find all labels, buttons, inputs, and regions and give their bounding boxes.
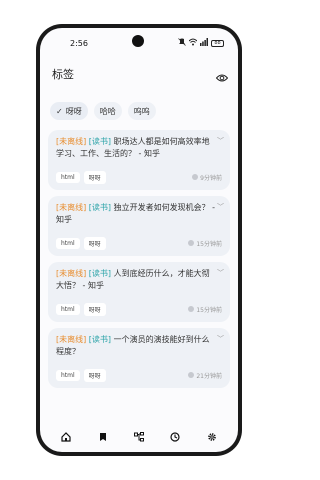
time-icon: [188, 240, 195, 246]
bookmark-icon: [99, 433, 106, 441]
tag-pill[interactable]: 呀呀: [83, 368, 106, 382]
wifi-icon: [188, 38, 198, 49]
chip-label: 哈哈: [99, 106, 116, 116]
time-icon: [188, 372, 195, 378]
chevron-down-icon[interactable]: ﹀: [217, 136, 224, 146]
filter-chips: ✓ 呀呀 哈哈 呜呜: [50, 102, 156, 120]
chevron-down-icon[interactable]: ﹀: [217, 268, 224, 278]
time-icon: [188, 306, 195, 312]
eye-icon[interactable]: [215, 68, 229, 82]
camera-cutout: [132, 35, 144, 47]
battery-indicator: 88: [211, 39, 224, 47]
time-ago: 15分钟前: [196, 306, 222, 314]
offline-tag: [未离线]: [56, 335, 87, 344]
tab-home[interactable]: [55, 426, 77, 448]
card-title: [未离线] [读书] 职场达人都是如何高效率地学习、工作、生活的？ - 知乎: [56, 136, 216, 160]
bookmark-card[interactable]: [未离线] [读书] 一个演员的演技能好到什么程度？ ﹀ html 呀呀 21分…: [48, 328, 230, 388]
card-title: [未离线] [读书] 独立开发者如何发现机会？ - 知乎: [56, 202, 216, 226]
card-footer: html 呀呀 15分钟前: [56, 236, 222, 250]
offline-tag: [未离线]: [56, 269, 87, 278]
card-time: 21分钟前: [188, 371, 222, 380]
card-time: 9分钟前: [192, 173, 222, 182]
card-footer: html 呀呀 15分钟前: [56, 302, 222, 316]
category-tag: [读书]: [88, 137, 112, 146]
filter-chip-yaya[interactable]: ✓ 呀呀: [50, 102, 88, 120]
tag-pill[interactable]: html: [56, 369, 80, 381]
status-icons: 88: [178, 37, 224, 49]
card-time: 15分钟前: [188, 305, 222, 314]
tag-pill[interactable]: html: [56, 171, 80, 183]
settings-icon: [207, 433, 216, 441]
category-tag: [读书]: [88, 335, 112, 344]
tag-pill[interactable]: 呀呀: [83, 236, 106, 250]
screen: 2:56 88 标签 ✓ 呀呀 哈哈 呜呜 [未离线] [读书] 职场达人都是如…: [40, 28, 238, 452]
tab-bookmarks[interactable]: [92, 426, 114, 448]
status-time: 2:56: [70, 39, 88, 48]
card-title: [未离线] [读书] 一个演员的演技能好到什么程度？: [56, 334, 216, 358]
card-time: 15分钟前: [188, 239, 222, 248]
check-icon: ✓: [56, 106, 63, 116]
category-tag: [读书]: [88, 203, 112, 212]
phone-frame: 2:56 88 标签 ✓ 呀呀 哈哈 呜呜 [未离线] [读书] 职场达人都是如…: [36, 24, 242, 456]
time-ago: 9分钟前: [200, 174, 222, 182]
card-title: [未离线] [读书] 人到底经历什么，才能大彻大悟？ - 知乎: [56, 268, 216, 292]
tree-icon: [133, 432, 144, 442]
tab-settings[interactable]: [201, 426, 223, 448]
chip-label: 呜呜: [133, 106, 150, 116]
filter-chip-wuwu[interactable]: 呜呜: [127, 102, 156, 120]
tag-pill[interactable]: html: [56, 237, 80, 249]
bookmark-card[interactable]: [未离线] [读书] 独立开发者如何发现机会？ - 知乎 ﹀ html 呀呀 1…: [48, 196, 230, 256]
home-icon: [61, 432, 71, 442]
filter-chip-haha[interactable]: 哈哈: [93, 102, 122, 120]
page-title: 标签: [52, 68, 74, 81]
card-footer: html 呀呀 21分钟前: [56, 368, 222, 382]
clock-icon: [170, 432, 180, 442]
tag-pill[interactable]: 呀呀: [83, 170, 106, 184]
offline-tag: [未离线]: [56, 203, 87, 212]
tag-pill[interactable]: html: [56, 303, 80, 315]
chevron-down-icon[interactable]: ﹀: [217, 334, 224, 344]
status-bar: 2:56 88: [40, 28, 238, 58]
chevron-down-icon[interactable]: ﹀: [217, 202, 224, 212]
time-ago: 15分钟前: [196, 240, 222, 248]
time-icon: [192, 174, 199, 180]
tab-history[interactable]: [164, 426, 186, 448]
bookmark-card[interactable]: [未离线] [读书] 人到底经历什么，才能大彻大悟？ - 知乎 ﹀ html 呀…: [48, 262, 230, 322]
signal-icon: [200, 37, 208, 49]
offline-tag: [未离线]: [56, 137, 87, 146]
tab-tree[interactable]: [128, 426, 150, 448]
bookmark-list: [未离线] [读书] 职场达人都是如何高效率地学习、工作、生活的？ - 知乎 ﹀…: [48, 130, 230, 394]
bottom-tab-bar: [40, 422, 238, 452]
time-ago: 21分钟前: [196, 372, 222, 380]
top-bar: 标签: [40, 58, 238, 88]
mute-icon: [178, 37, 186, 49]
bookmark-card[interactable]: [未离线] [读书] 职场达人都是如何高效率地学习、工作、生活的？ - 知乎 ﹀…: [48, 130, 230, 190]
category-tag: [读书]: [88, 269, 112, 278]
tag-pill[interactable]: 呀呀: [83, 302, 106, 316]
card-footer: html 呀呀 9分钟前: [56, 170, 222, 184]
chip-label: 呀呀: [65, 106, 82, 116]
